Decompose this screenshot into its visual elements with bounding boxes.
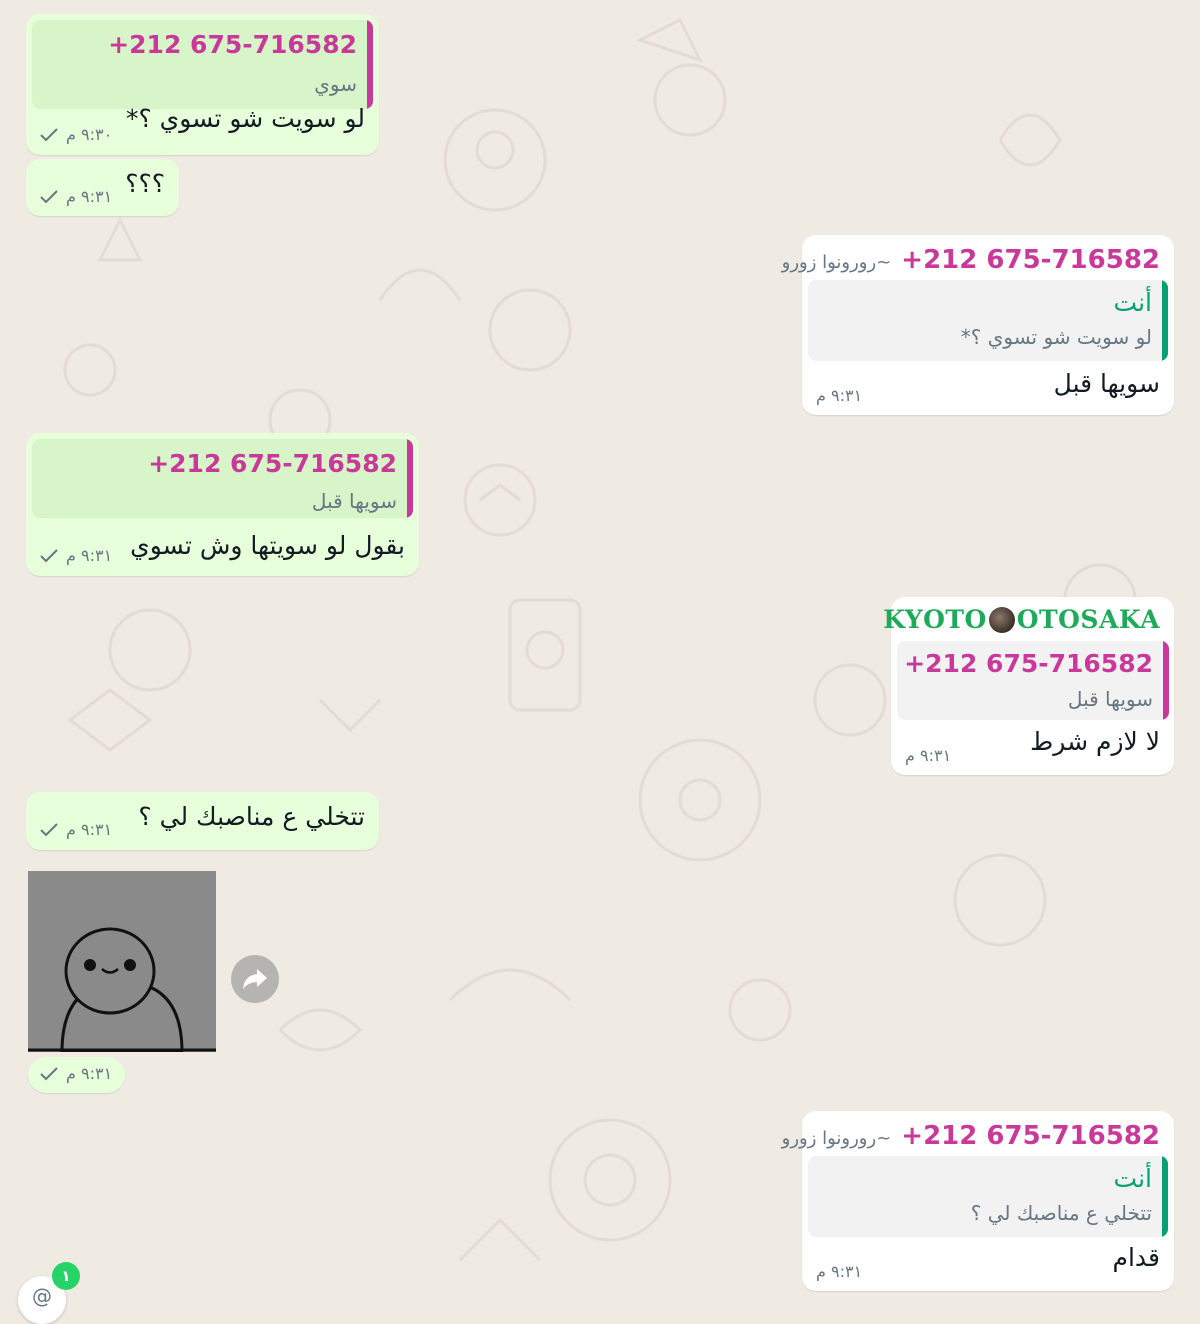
message-text: لا لازم شرط [1030, 727, 1160, 756]
sender-alias: ~رورونوا زورو [781, 252, 892, 273]
message-text: بقول لو سويتها وش تسوي [130, 531, 405, 560]
message-bubble-incoming[interactable]: ~رورونوا زورو +212 675-716582 أنت تتخلي … [782, 1111, 1174, 1291]
check-icon [40, 127, 58, 141]
quote-bar [367, 20, 373, 109]
quote-sender: أنت [1113, 288, 1152, 317]
message-bubble-incoming[interactable]: ~رورونوا زورو +212 675-716582 أنت لو سوي… [782, 235, 1174, 415]
quote-text: سويها قبل [311, 489, 397, 513]
message-bubble-outgoing[interactable]: ؟؟؟ ٩:٣١ م [26, 159, 179, 216]
quote-bar [1163, 641, 1169, 720]
message-bubble-outgoing[interactable]: +212 675-716582 سويها قبل بقول لو سويتها… [26, 433, 419, 576]
quote-sender: +212 675-716582 [904, 649, 1153, 678]
message-time: ٩:٣٠ م [66, 125, 113, 144]
message-text: سويها قبل [1053, 369, 1160, 398]
quote-text: لو سويت شو تسوي ؟* [960, 325, 1152, 349]
check-icon [40, 1066, 58, 1080]
message-text: قدام [1112, 1243, 1161, 1272]
quote-bar [1162, 1156, 1168, 1237]
message-meta: ٩:٣١ م [40, 546, 112, 565]
quote-bar [1162, 280, 1168, 361]
message-meta: ٩:٣١ م [905, 746, 951, 765]
quoted-message[interactable]: أنت تتخلي ع مناصبك لي ؟ [808, 1156, 1168, 1237]
sender-number[interactable]: +212 675-716582 [901, 245, 1160, 275]
quote-bar [407, 439, 413, 518]
message-meta: ٩:٣١ م [40, 1064, 112, 1083]
sender-header: ~رورونوا زورو +212 675-716582 [782, 1121, 1160, 1151]
message-bubble-outgoing[interactable]: +212 675-716582 سوي لو سويت شو تسوي ؟* ٩… [26, 14, 379, 155]
message-text: لو سويت شو تسوي ؟* [125, 104, 365, 133]
message-time: ٩:٣١ م [66, 820, 113, 839]
quoted-message[interactable]: +212 675-716582 سوي [32, 20, 373, 109]
message-text: ؟؟؟ [125, 169, 165, 198]
image-message[interactable] [28, 871, 216, 1052]
message-time: ٩:٣١ م [905, 746, 952, 765]
sender-number[interactable]: +212 675-716582 [901, 1121, 1160, 1151]
forward-button[interactable] [231, 955, 279, 1003]
image-time-pill: ٩:٣١ م [28, 1057, 125, 1093]
check-icon [40, 822, 58, 836]
sender-alias: ~رورونوا زورو [781, 1128, 892, 1149]
message-text: تتخلي ع مناصبك لي ؟ [138, 802, 365, 831]
message-bubble-incoming[interactable]: KYOTO OTOSAKA +212 675-716582 سويها قبل … [883, 597, 1174, 775]
check-icon [40, 548, 58, 562]
quote-sender: أنت [1113, 1164, 1152, 1193]
quote-sender: +212 675-716582 [108, 30, 357, 59]
quote-text: تتخلي ع مناصبك لي ؟ [970, 1201, 1152, 1225]
message-time: ٩:٣١ م [66, 546, 113, 565]
sender-name[interactable]: KYOTO OTOSAKA [883, 605, 1160, 634]
message-time: ٩:٣١ م [816, 386, 863, 405]
message-time: ٩:٣١ م [816, 1262, 863, 1281]
quoted-message[interactable]: +212 675-716582 سويها قبل [32, 439, 413, 518]
quoted-message[interactable]: أنت لو سويت شو تسوي ؟* [808, 280, 1168, 361]
sender-name-left: KYOTO [883, 605, 987, 634]
quoted-message[interactable]: +212 675-716582 سويها قبل [897, 641, 1169, 720]
message-time: ٩:٣١ م [66, 1064, 113, 1083]
quote-sender: +212 675-716582 [148, 449, 397, 478]
unread-mention-badge: ١ [52, 1262, 80, 1290]
message-meta: ٩:٣١ م [816, 1262, 862, 1281]
message-meta: ٩:٣١ م [40, 187, 112, 206]
moon-emoji-icon [988, 606, 1015, 633]
message-meta: ٩:٣١ م [816, 386, 862, 405]
at-icon: @ [32, 1284, 52, 1308]
sender-header: ~رورونوا زورو +212 675-716582 [782, 245, 1160, 275]
message-time: ٩:٣١ م [66, 187, 113, 206]
message-bubble-outgoing[interactable]: تتخلي ع مناصبك لي ؟ ٩:٣١ م [26, 792, 379, 850]
message-meta: ٩:٣١ م [40, 820, 112, 839]
cartoon-face-image [28, 871, 216, 1052]
quote-text: سويها قبل [1067, 687, 1153, 711]
message-meta: ٩:٣٠ م [40, 125, 112, 144]
forward-icon [243, 969, 267, 989]
sender-name-right: OTOSAKA [1016, 605, 1160, 634]
check-icon [40, 189, 58, 203]
quote-text: سوي [314, 72, 357, 96]
